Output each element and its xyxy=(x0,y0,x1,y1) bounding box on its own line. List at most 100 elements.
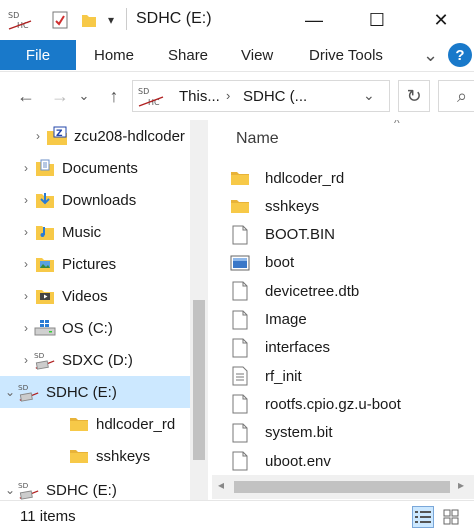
address-bar[interactable]: SD HC This... › SDHC (... ⌄ xyxy=(132,80,390,112)
sd-card-icon: SD xyxy=(18,382,40,402)
nav-item-sdhc-e[interactable]: ⌄ SD SDHC (E:) xyxy=(0,376,190,408)
breadcrumb-this-pc[interactable]: This... xyxy=(179,88,220,105)
file-row[interactable]: uboot.env xyxy=(230,447,474,475)
nav-item-sdhc-e[interactable]: ⌄ SD SDHC (E:) xyxy=(0,474,190,500)
expand-ribbon-icon[interactable]: ⌄ xyxy=(423,40,438,70)
nav-item-label: SDHC (E:) xyxy=(46,383,117,401)
nav-item-documents[interactable]: › Documents xyxy=(0,152,190,184)
ribbon-tabs: File Home Share View Drive Tools ⌄ ? xyxy=(0,40,474,72)
file-row[interactable]: interfaces xyxy=(230,334,474,362)
file-row[interactable]: BOOT.BIN xyxy=(230,221,474,249)
scroll-right-icon[interactable]: ▸ xyxy=(458,478,464,492)
tab-home[interactable]: Home xyxy=(94,40,134,70)
nav-item-label: OS (C:) xyxy=(62,319,113,337)
tab-drive-tools[interactable]: Drive Tools xyxy=(309,40,383,70)
nav-scrollbar-thumb[interactable] xyxy=(193,300,205,460)
search-input[interactable]: ⌕ xyxy=(438,80,474,112)
properties-icon[interactable] xyxy=(48,8,72,32)
column-header-name[interactable]: Name xyxy=(236,130,279,148)
details-view-icon[interactable] xyxy=(412,506,434,528)
up-button[interactable]: ↑ xyxy=(100,82,128,110)
sd-card-icon: SD HC xyxy=(137,84,165,113)
chevron-right-icon[interactable]: › xyxy=(18,225,34,239)
chevron-right-icon[interactable]: › xyxy=(18,193,34,207)
forward-button[interactable]: → xyxy=(46,82,74,110)
nav-item-os-c[interactable]: › OS (C:) xyxy=(0,312,190,344)
back-button[interactable]: ← xyxy=(12,82,40,110)
file-row[interactable]: hdlcoder_rd xyxy=(230,164,474,192)
sort-indicator-icon: ^ xyxy=(394,120,400,130)
sd-card-icon[interactable]: SD HC xyxy=(6,8,34,32)
nav-item-zcu208-hdlcoder[interactable]: › Zzcu208-hdlcoder xyxy=(0,120,190,152)
nav-item-videos[interactable]: › Videos xyxy=(0,280,190,312)
tab-share[interactable]: Share xyxy=(168,40,208,70)
file-name: rf_init xyxy=(265,367,302,385)
svg-text:Z: Z xyxy=(56,129,63,139)
chevron-right-icon[interactable]: › xyxy=(30,129,46,143)
folder-icon xyxy=(68,414,90,434)
nav-item-label: SDHC (E:) xyxy=(46,481,117,499)
file-name: sshkeys xyxy=(265,197,320,215)
file-row[interactable]: system.bit xyxy=(230,419,474,447)
file-name: BOOT.BIN xyxy=(265,226,336,244)
svg-text:SD: SD xyxy=(34,351,45,360)
nav-item-sdxc-d[interactable]: › SD SDXC (D:) xyxy=(0,344,190,376)
qa-dropdown-icon[interactable]: ▾ xyxy=(104,8,118,32)
address-dropdown-icon[interactable]: ⌄ xyxy=(363,87,375,104)
breadcrumb-current[interactable]: SDHC (... xyxy=(243,88,307,105)
file-row[interactable]: devicetree.dtb xyxy=(230,277,474,305)
file-row[interactable]: boot xyxy=(230,249,474,277)
new-folder-icon[interactable] xyxy=(78,8,100,32)
file-row[interactable]: sshkeys xyxy=(230,192,474,220)
horizontal-scrollbar-thumb[interactable] xyxy=(234,481,450,493)
file-icon xyxy=(230,393,250,415)
navigation-row: ← → ⌄ ↑ SD HC This... › SDHC (... ⌄ ↻ ⌕ xyxy=(0,72,474,120)
documents-icon xyxy=(34,158,56,178)
nav-scrollbar[interactable] xyxy=(190,120,208,500)
nav-item-label: Music xyxy=(62,223,102,241)
nav-item-sshkeys[interactable]: sshkeys xyxy=(0,440,190,472)
chevron-right-icon[interactable]: › xyxy=(18,257,34,271)
scroll-left-icon[interactable]: ◂ xyxy=(218,478,224,492)
script-file-icon xyxy=(230,365,250,387)
chevron-down-icon[interactable]: ⌄ xyxy=(2,385,18,399)
file-row[interactable]: rootfs.cpio.gz.u-boot xyxy=(230,390,474,418)
divider xyxy=(126,8,127,30)
item-count: 11 items xyxy=(20,508,76,525)
navigation-pane: › Zzcu208-hdlcoder › Documents › Downloads › Mu… xyxy=(0,120,208,500)
file-name: boot xyxy=(265,254,295,272)
nav-item-music[interactable]: › Music xyxy=(0,216,190,248)
file-row[interactable]: rf_init xyxy=(230,362,474,390)
chevron-down-icon[interactable]: ⌄ xyxy=(2,483,18,497)
large-icons-view-icon[interactable] xyxy=(440,506,462,528)
nav-item-pictures[interactable]: › Pictures xyxy=(0,248,190,280)
chevron-right-icon[interactable]: › xyxy=(18,161,34,175)
breadcrumb-separator[interactable]: › xyxy=(226,88,230,103)
close-button[interactable]: ✕ xyxy=(418,0,464,40)
nav-item-label: Documents xyxy=(62,159,138,177)
nav-item-label: Pictures xyxy=(62,255,117,273)
os-drive-icon xyxy=(34,318,56,338)
file-name: rootfs.cpio.gz.u-boot xyxy=(265,395,401,413)
maximize-button[interactable]: ☐ xyxy=(354,0,400,40)
chevron-right-icon[interactable]: › xyxy=(18,353,34,367)
chevron-right-icon[interactable]: › xyxy=(18,289,34,303)
help-icon[interactable]: ? xyxy=(448,43,472,67)
nav-item-hdlcoder-rd[interactable]: hdlcoder_rd xyxy=(0,408,190,440)
recent-locations-icon[interactable]: ⌄ xyxy=(76,82,92,110)
tab-view[interactable]: View xyxy=(241,40,273,70)
horizontal-scrollbar[interactable]: ◂ ▸ xyxy=(212,475,474,499)
nav-item-downloads[interactable]: › Downloads xyxy=(0,184,190,216)
file-name: hdlcoder_rd xyxy=(265,169,345,187)
file-name: system.bit xyxy=(265,424,333,442)
folder-icon xyxy=(68,446,90,466)
music-icon xyxy=(34,222,56,242)
file-row[interactable]: Image xyxy=(230,306,474,334)
sd-card-icon: SD xyxy=(34,350,56,370)
minimize-button[interactable]: — xyxy=(291,0,337,40)
file-icon xyxy=(230,422,250,444)
chevron-right-icon[interactable]: › xyxy=(18,321,34,335)
tab-file[interactable]: File xyxy=(0,40,76,70)
refresh-button[interactable]: ↻ xyxy=(398,80,430,112)
file-name: devicetree.dtb xyxy=(265,282,360,300)
